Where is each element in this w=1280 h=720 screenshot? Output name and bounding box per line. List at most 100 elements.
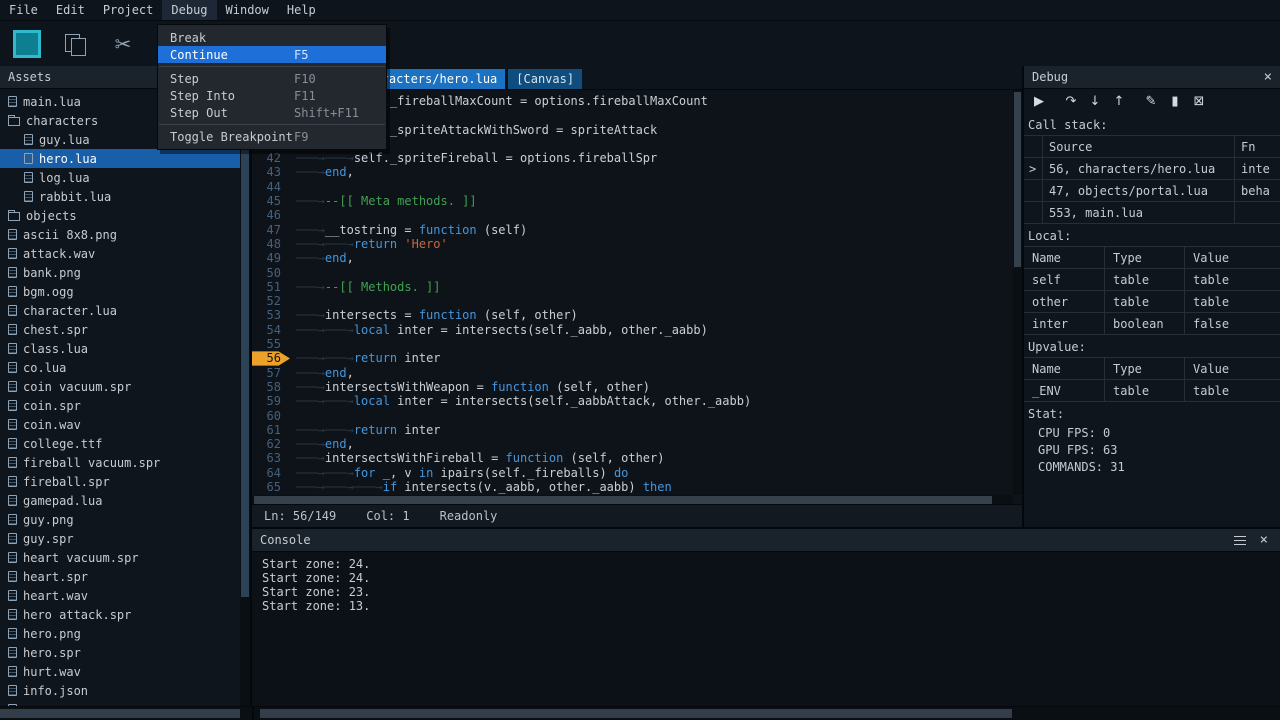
editor-hscroll-thumb[interactable] bbox=[254, 496, 992, 504]
code-row[interactable]: 49───→end, bbox=[252, 251, 1013, 265]
step-into-icon[interactable]: ↓ bbox=[1086, 93, 1104, 109]
asset-item-log-lua[interactable]: log.lua bbox=[0, 168, 240, 187]
line-number[interactable]: 48 bbox=[252, 237, 290, 251]
line-number[interactable]: 59 bbox=[252, 394, 290, 408]
asset-item-rabbit-lua[interactable]: rabbit.lua bbox=[0, 187, 240, 206]
line-number[interactable]: 60 bbox=[252, 409, 290, 423]
debug-close-icon[interactable]: × bbox=[1264, 70, 1272, 84]
asset-item-chest-spr[interactable]: chest.spr bbox=[0, 320, 240, 339]
editor-vscroll-thumb[interactable] bbox=[1014, 92, 1021, 267]
line-number[interactable]: 57 bbox=[252, 366, 290, 380]
upvalue-var-row[interactable]: _ENVtabletable bbox=[1024, 380, 1280, 402]
asset-item-guy-spr[interactable]: guy.spr bbox=[0, 529, 240, 548]
code-row[interactable]: 61───→───→return inter bbox=[252, 423, 1013, 437]
menu-edit[interactable]: Edit bbox=[47, 0, 94, 20]
copy-icon[interactable] bbox=[58, 27, 92, 61]
line-number[interactable]: 58 bbox=[252, 380, 290, 394]
line-number[interactable]: 50 bbox=[252, 266, 290, 280]
code-row[interactable]: 53───→intersects = function (self, other… bbox=[252, 308, 1013, 322]
asset-item-fireball-vacuum-spr[interactable]: fireball vacuum.spr bbox=[0, 453, 240, 472]
code-row[interactable]: 56───→───→return inter bbox=[252, 351, 1013, 365]
line-number[interactable]: 43 bbox=[252, 165, 290, 179]
code-row[interactable]: 50 bbox=[252, 266, 1013, 280]
continue-icon[interactable]: ▶ bbox=[1030, 93, 1048, 109]
menu-project[interactable]: Project bbox=[94, 0, 163, 20]
cut-icon[interactable]: ✂ bbox=[106, 27, 140, 61]
line-number[interactable]: 63 bbox=[252, 451, 290, 465]
code-row[interactable]: 45───→--[[ Meta methods. ]] bbox=[252, 194, 1013, 208]
step-out-icon[interactable]: ↑ bbox=[1110, 93, 1128, 109]
code-row[interactable]: 47───→__tostring = function (self) bbox=[252, 223, 1013, 237]
asset-item-bgm-ogg[interactable]: bgm.ogg bbox=[0, 282, 240, 301]
line-number[interactable]: 61 bbox=[252, 423, 290, 437]
menu-item-step-out[interactable]: Step OutShift+F11 bbox=[158, 104, 386, 121]
code-row[interactable]: 48───→───→return 'Hero' bbox=[252, 237, 1013, 251]
code-row[interactable]: 63───→intersectsWithFireball = function … bbox=[252, 451, 1013, 465]
asset-item-heart-vacuum-spr[interactable]: heart vacuum.spr bbox=[0, 548, 240, 567]
asset-item-hero-spr[interactable]: hero.spr bbox=[0, 643, 240, 662]
asset-item-class-lua[interactable]: class.lua bbox=[0, 339, 240, 358]
asset-item-hero-attack-spr[interactable]: hero attack.spr bbox=[0, 605, 240, 624]
call-stack-row[interactable]: >56, characters/hero.luainte bbox=[1024, 158, 1280, 180]
sidebar-hscrollbar[interactable] bbox=[0, 707, 252, 720]
new-project-icon[interactable] bbox=[10, 27, 44, 61]
code-row[interactable]: 60 bbox=[252, 409, 1013, 423]
line-number[interactable]: 42 bbox=[252, 151, 290, 165]
call-stack-row[interactable]: 553, main.lua bbox=[1024, 202, 1280, 224]
line-number[interactable]: 53 bbox=[252, 308, 290, 322]
assets-vscrollbar[interactable] bbox=[240, 88, 250, 706]
asset-item-info-json[interactable]: info.json bbox=[0, 681, 240, 700]
code-row[interactable]: 57───→end, bbox=[252, 366, 1013, 380]
line-number[interactable]: 45 bbox=[252, 194, 290, 208]
line-number[interactable]: 49 bbox=[252, 251, 290, 265]
local-var-row[interactable]: othertabletable bbox=[1024, 291, 1280, 313]
menu-item-break[interactable]: Break bbox=[158, 29, 386, 46]
code-row[interactable]: 43───→end, bbox=[252, 165, 1013, 179]
editor-vscrollbar[interactable] bbox=[1013, 90, 1022, 495]
main-hscrollbar[interactable] bbox=[252, 707, 1280, 720]
menu-item-toggle-breakpoint[interactable]: Toggle BreakpointF9 bbox=[158, 128, 386, 145]
code-row[interactable]: 54───→───→local inter = intersects(self.… bbox=[252, 323, 1013, 337]
menu-help[interactable]: Help bbox=[278, 0, 325, 20]
code-row[interactable]: 58───→intersectsWithWeapon = function (s… bbox=[252, 380, 1013, 394]
menu-item-step-into[interactable]: Step IntoF11 bbox=[158, 87, 386, 104]
menu-item-continue[interactable]: ContinueF5 bbox=[158, 46, 386, 63]
asset-item-college-ttf[interactable]: college.ttf bbox=[0, 434, 240, 453]
clear-breakpoints-icon[interactable]: ⊠ bbox=[1190, 93, 1208, 109]
code-row[interactable]: 42───→───→self._spriteFireball = options… bbox=[252, 151, 1013, 165]
code-row[interactable]: 59───→───→local inter = intersects(self.… bbox=[252, 394, 1013, 408]
line-number[interactable]: 62 bbox=[252, 437, 290, 451]
asset-item-coin-wav[interactable]: coin.wav bbox=[0, 415, 240, 434]
asset-item-co-lua[interactable]: co.lua bbox=[0, 358, 240, 377]
asset-item-coin-vacuum-spr[interactable]: coin vacuum.spr bbox=[0, 377, 240, 396]
menu-item-step[interactable]: StepF10 bbox=[158, 70, 386, 87]
menu-file[interactable]: File bbox=[0, 0, 47, 20]
line-number[interactable]: 44 bbox=[252, 180, 290, 194]
code-area[interactable]: 38───→───→self._fireballMaxCount = optio… bbox=[252, 90, 1013, 495]
code-row[interactable]: 44 bbox=[252, 180, 1013, 194]
code-row[interactable]: 62───→end, bbox=[252, 437, 1013, 451]
line-number[interactable]: 55 bbox=[252, 337, 290, 351]
code-row[interactable]: 51───→--[[ Methods. ]] bbox=[252, 280, 1013, 294]
code-row[interactable]: 46 bbox=[252, 208, 1013, 222]
asset-item-bank-png[interactable]: bank.png bbox=[0, 263, 240, 282]
line-number[interactable]: 65 bbox=[252, 480, 290, 494]
tab-canvas[interactable]: [Canvas] bbox=[508, 69, 582, 89]
menu-debug[interactable]: Debug bbox=[162, 0, 216, 20]
line-number[interactable]: 46 bbox=[252, 208, 290, 222]
sidebar-hscroll-thumb[interactable] bbox=[0, 709, 240, 718]
line-number[interactable]: 52 bbox=[252, 294, 290, 308]
console-menu-icon[interactable] bbox=[1234, 536, 1246, 545]
code-row[interactable]: 64───→───→for _, v in ipairs(self._fireb… bbox=[252, 466, 1013, 480]
local-var-row[interactable]: selftabletable bbox=[1024, 269, 1280, 291]
code-row[interactable]: 55 bbox=[252, 337, 1013, 351]
asset-item-hero-png[interactable]: hero.png bbox=[0, 624, 240, 643]
assets-vscroll-thumb[interactable] bbox=[241, 90, 249, 597]
asset-item-character-lua[interactable]: character.lua bbox=[0, 301, 240, 320]
line-number[interactable]: 64 bbox=[252, 466, 290, 480]
step-over-icon[interactable]: ↷ bbox=[1062, 93, 1080, 109]
asset-item-hurt-wav[interactable]: hurt.wav bbox=[0, 662, 240, 681]
local-var-row[interactable]: interbooleanfalse bbox=[1024, 313, 1280, 335]
asset-item-objects[interactable]: objects bbox=[0, 206, 240, 225]
main-hscroll-thumb[interactable] bbox=[260, 709, 1012, 718]
